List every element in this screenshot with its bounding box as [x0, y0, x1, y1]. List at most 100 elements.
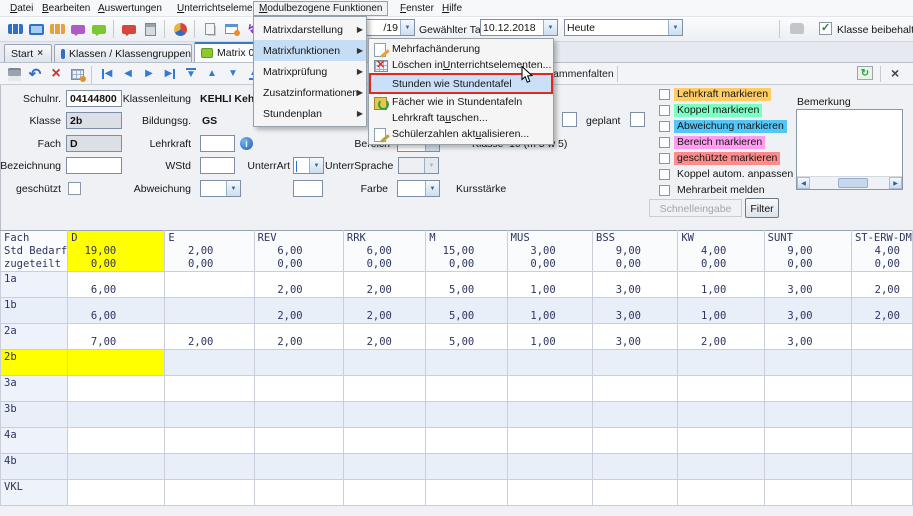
new-window-icon[interactable]	[221, 19, 241, 39]
matrix-cell[interactable]	[851, 480, 912, 506]
submenu-item-4[interactable]: Lehrkraft tauschen...	[369, 110, 553, 126]
matrix-cell[interactable]: 6,00	[68, 298, 165, 324]
matrix-column-header[interactable]: E2,000,00	[165, 231, 254, 272]
matrix-cell[interactable]	[426, 376, 507, 402]
matrix-cell[interactable]	[165, 402, 254, 428]
chevron-down-icon[interactable]: ▼	[400, 20, 414, 35]
matrix-cell[interactable]: 3,00	[593, 324, 678, 350]
menu-item-2[interactable]: Matrixprüfung▶	[254, 61, 366, 82]
scroll-left-icon[interactable]: ◀	[797, 177, 810, 189]
marker-checkbox[interactable]	[659, 105, 670, 116]
matrix-cell[interactable]	[678, 480, 764, 506]
delete-icon[interactable]: ×	[46, 64, 66, 84]
menubar-item-4[interactable]: Modulbezogene Funktionen	[253, 1, 388, 16]
matrix-cell[interactable]	[426, 402, 507, 428]
lehrkraft-input[interactable]	[200, 135, 235, 152]
submenu-item-3[interactable]: Fächer wie in Stundentafeln	[369, 94, 553, 110]
matrix-cell[interactable]: 5,00	[426, 298, 507, 324]
matrix-column-header[interactable]: MUS3,000,00	[507, 231, 592, 272]
matrix-cell[interactable]	[851, 402, 912, 428]
matrix-cell[interactable]: 2,00	[165, 324, 254, 350]
matrix-cell[interactable]	[507, 480, 592, 506]
nav-prev-icon[interactable]: ◀	[118, 64, 138, 84]
date-select[interactable]: 10.12.2018 ▼	[480, 19, 558, 36]
matrix-cell[interactable]	[593, 402, 678, 428]
matrix-cell[interactable]	[68, 480, 165, 506]
matrix-cell[interactable]	[507, 402, 592, 428]
matrix-cell[interactable]	[593, 454, 678, 480]
matrix-cell[interactable]	[254, 376, 343, 402]
matrix-cell[interactable]	[254, 428, 343, 454]
matrix-cell[interactable]: 2,00	[343, 272, 425, 298]
horizontal-scrollbar[interactable]: ◀ ▶	[797, 176, 902, 189]
matrix-cell[interactable]: 3,00	[593, 298, 678, 324]
matrix-cell[interactable]: 3,00	[764, 324, 851, 350]
matrix-cell[interactable]	[68, 454, 165, 480]
lehrkraft-info-icon[interactable]	[240, 137, 253, 150]
close-panel-icon[interactable]: ×	[891, 66, 899, 80]
matrix-column-header[interactable]: REV6,000,00	[254, 231, 343, 272]
matrix-cell[interactable]: 2,00	[851, 272, 912, 298]
submenu-item-0[interactable]: Mehrfachänderung	[369, 41, 553, 57]
matrix-cell[interactable]	[678, 376, 764, 402]
sort-top-icon[interactable]: ▼	[181, 64, 201, 84]
menubar-item-5[interactable]: Fenster	[395, 1, 439, 16]
matrix-row-label[interactable]: 4b	[1, 454, 68, 480]
menu-item-4[interactable]: Stundenplan▶	[254, 103, 366, 124]
matrix-cell[interactable]	[165, 428, 254, 454]
matrix-row-label[interactable]: 2a	[1, 324, 68, 350]
matrix-cell[interactable]	[593, 376, 678, 402]
unterrart-select[interactable]: ▼	[293, 157, 324, 174]
matrix-cell[interactable]: 1,00	[507, 324, 592, 350]
matrix-cell[interactable]: 1,00	[507, 272, 592, 298]
matrix-cell[interactable]	[851, 350, 912, 376]
matrix-cell[interactable]	[678, 402, 764, 428]
calculator-icon[interactable]	[140, 19, 160, 39]
range-select[interactable]: Heute ▼	[564, 19, 683, 36]
matrix-cell[interactable]	[343, 454, 425, 480]
matrix-cell[interactable]	[254, 350, 343, 376]
matrix-column-header[interactable]: SUNT9,000,00	[764, 231, 851, 272]
matrix-cell[interactable]: 2,00	[254, 324, 343, 350]
matrix-cell[interactable]	[165, 350, 254, 376]
chevron-down-icon[interactable]: ▼	[425, 181, 439, 196]
marker-checkbox[interactable]	[659, 121, 670, 132]
matrix-cell[interactable]: 3,00	[764, 298, 851, 324]
abweichung-select[interactable]: ▼	[200, 180, 241, 197]
nav-last-icon[interactable]: ▶	[160, 64, 180, 84]
matrix-cell[interactable]	[593, 428, 678, 454]
matrix-cell[interactable]	[343, 428, 425, 454]
matrix-cell[interactable]	[68, 350, 165, 376]
matrix-cell[interactable]	[426, 480, 507, 506]
abweichung-extra-field[interactable]	[293, 180, 323, 197]
matrix-cell[interactable]	[764, 376, 851, 402]
geplant-field-1[interactable]	[562, 112, 577, 127]
matrix-cell[interactable]	[507, 376, 592, 402]
matrix-cell[interactable]	[593, 350, 678, 376]
matrix-cell[interactable]	[254, 480, 343, 506]
matrix-cell[interactable]: 2,00	[343, 324, 425, 350]
matrix-cell[interactable]: 1,00	[678, 298, 764, 324]
matrix-cell[interactable]	[68, 376, 165, 402]
chat-purple-icon[interactable]	[68, 19, 88, 39]
matrix-column-header[interactable]: BSS9,000,00	[593, 231, 678, 272]
matrix-cell[interactable]: 3,00	[593, 272, 678, 298]
matrix-cell[interactable]	[165, 298, 254, 324]
matrix-cell[interactable]	[68, 402, 165, 428]
matrix-cell[interactable]: 2,00	[851, 298, 912, 324]
matrix-cell[interactable]: 2,00	[254, 272, 343, 298]
matrix-cell[interactable]	[165, 376, 254, 402]
matrix-cell[interactable]	[851, 324, 912, 350]
matrix-cell[interactable]	[764, 480, 851, 506]
menu-item-1[interactable]: Matrixfunktionen▶	[254, 40, 366, 61]
marker-checkbox[interactable]	[659, 153, 670, 164]
collapse-button-fragment[interactable]: ammenfalten	[553, 68, 614, 80]
menu-item-3[interactable]: Zusatzinformationen▶	[254, 82, 366, 103]
matrix-cell[interactable]	[343, 480, 425, 506]
matrix-column-header[interactable]: ST-ERW-DM4,000,00	[851, 231, 912, 272]
monitor-icon[interactable]	[26, 19, 46, 39]
matrix-column-header[interactable]: M15,000,00	[426, 231, 507, 272]
chat-red-icon[interactable]	[119, 19, 139, 39]
matrix-row-label[interactable]: 2b	[1, 350, 68, 376]
scrollbar-thumb[interactable]	[838, 178, 868, 188]
